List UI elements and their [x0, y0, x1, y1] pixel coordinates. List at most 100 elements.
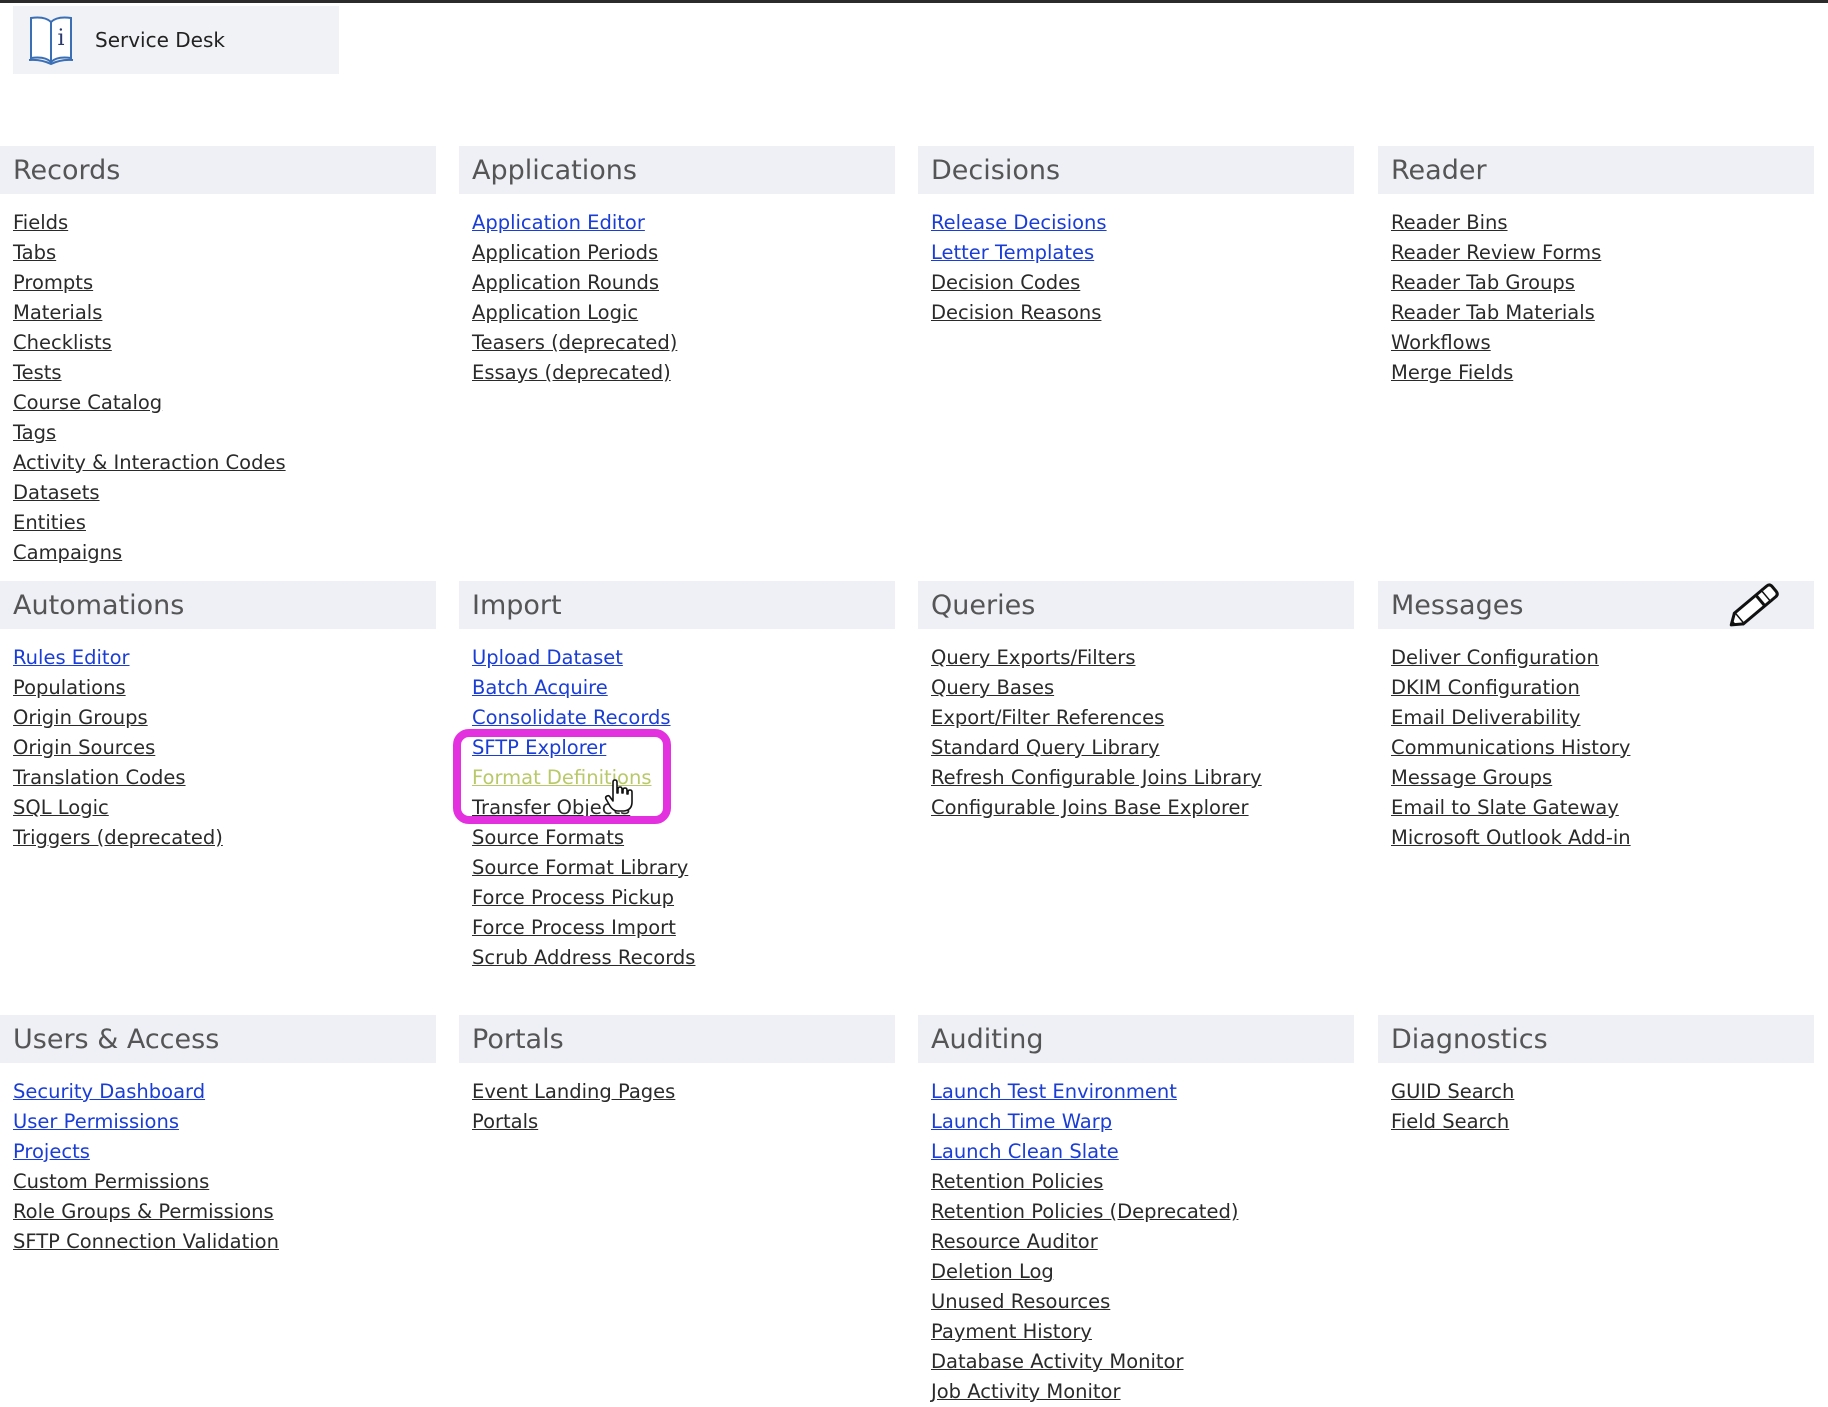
link-email-to-slate-gateway[interactable]: Email to Slate Gateway [1391, 796, 1619, 819]
link-payment-history[interactable]: Payment History [931, 1320, 1092, 1343]
link-merge-fields[interactable]: Merge Fields [1391, 361, 1513, 384]
link-upload-dataset[interactable]: Upload Dataset [472, 646, 623, 669]
link-fields[interactable]: Fields [13, 211, 68, 234]
list-item: Merge Fields [1391, 358, 1814, 388]
link-tests[interactable]: Tests [13, 361, 62, 384]
link-teasers-deprecated[interactable]: Teasers (deprecated) [472, 331, 677, 354]
link-application-logic[interactable]: Application Logic [472, 301, 638, 324]
list-item: Checklists [13, 328, 436, 358]
link-campaigns[interactable]: Campaigns [13, 541, 122, 564]
link-standard-query-library[interactable]: Standard Query Library [931, 736, 1160, 759]
link-triggers-deprecated[interactable]: Triggers (deprecated) [13, 826, 223, 849]
link-security-dashboard[interactable]: Security Dashboard [13, 1080, 205, 1103]
link-consolidate-records[interactable]: Consolidate Records [472, 706, 671, 729]
link-field-search[interactable]: Field Search [1391, 1110, 1509, 1133]
list-item: Reader Tab Materials [1391, 298, 1814, 328]
link-query-exports-filters[interactable]: Query Exports/Filters [931, 646, 1135, 669]
link-origin-sources[interactable]: Origin Sources [13, 736, 155, 759]
link-launch-test-environment[interactable]: Launch Test Environment [931, 1080, 1177, 1103]
list-item: Communications History [1391, 733, 1814, 763]
link-resource-auditor[interactable]: Resource Auditor [931, 1230, 1098, 1253]
link-force-process-pickup[interactable]: Force Process Pickup [472, 886, 674, 909]
link-letter-templates[interactable]: Letter Templates [931, 241, 1094, 264]
link-format-definitions[interactable]: Format Definitions [472, 766, 652, 789]
link-refresh-configurable-joins-library[interactable]: Refresh Configurable Joins Library [931, 766, 1262, 789]
link-scrub-address-records[interactable]: Scrub Address Records [472, 946, 695, 969]
link-batch-acquire[interactable]: Batch Acquire [472, 676, 608, 699]
link-deliver-configuration[interactable]: Deliver Configuration [1391, 646, 1599, 669]
list-item: Retention Policies (Deprecated) [931, 1197, 1354, 1227]
link-force-process-import[interactable]: Force Process Import [472, 916, 676, 939]
link-unused-resources[interactable]: Unused Resources [931, 1290, 1110, 1313]
section-records: Records Fields Tabs Prompts Materials Checkl… [0, 146, 436, 568]
link-translation-codes[interactable]: Translation Codes [13, 766, 186, 789]
list-item: Event Landing Pages [472, 1077, 895, 1107]
link-reader-bins[interactable]: Reader Bins [1391, 211, 1508, 234]
link-origin-groups[interactable]: Origin Groups [13, 706, 148, 729]
list-item: Reader Bins [1391, 208, 1814, 238]
link-sftp-connection-validation[interactable]: SFTP Connection Validation [13, 1230, 279, 1253]
link-decision-reasons[interactable]: Decision Reasons [931, 301, 1101, 324]
list-item: Unused Resources [931, 1287, 1354, 1317]
link-tabs[interactable]: Tabs [13, 241, 56, 264]
link-activity-interaction-codes[interactable]: Activity & Interaction Codes [13, 451, 286, 474]
users-access-links: Security Dashboard User Permissions Projec… [0, 1077, 436, 1257]
list-item: Custom Permissions [13, 1167, 436, 1197]
link-export-filter-references[interactable]: Export/Filter References [931, 706, 1164, 729]
link-retention-policies[interactable]: Retention Policies [931, 1170, 1103, 1193]
link-application-rounds[interactable]: Application Rounds [472, 271, 659, 294]
link-message-groups[interactable]: Message Groups [1391, 766, 1552, 789]
link-tags[interactable]: Tags [13, 421, 56, 444]
link-guid-search[interactable]: GUID Search [1391, 1080, 1514, 1103]
list-item: Refresh Configurable Joins Library [931, 763, 1354, 793]
link-query-bases[interactable]: Query Bases [931, 676, 1054, 699]
link-application-periods[interactable]: Application Periods [472, 241, 658, 264]
link-source-formats[interactable]: Source Formats [472, 826, 624, 849]
link-reader-tab-materials[interactable]: Reader Tab Materials [1391, 301, 1595, 324]
link-course-catalog[interactable]: Course Catalog [13, 391, 162, 414]
link-job-activity-monitor[interactable]: Job Activity Monitor [931, 1380, 1121, 1403]
link-prompts[interactable]: Prompts [13, 271, 93, 294]
pencil-icon[interactable] [1722, 575, 1788, 635]
link-configurable-joins-base-explorer[interactable]: Configurable Joins Base Explorer [931, 796, 1249, 819]
link-entities[interactable]: Entities [13, 511, 86, 534]
link-dkim-configuration[interactable]: DKIM Configuration [1391, 676, 1580, 699]
link-application-editor[interactable]: Application Editor [472, 211, 645, 234]
link-custom-permissions[interactable]: Custom Permissions [13, 1170, 209, 1193]
link-projects[interactable]: Projects [13, 1140, 90, 1163]
link-decision-codes[interactable]: Decision Codes [931, 271, 1080, 294]
link-communications-history[interactable]: Communications History [1391, 736, 1630, 759]
link-datasets[interactable]: Datasets [13, 481, 100, 504]
list-item: Security Dashboard [13, 1077, 436, 1107]
list-item: Source Format Library [472, 853, 895, 883]
list-item: Retention Policies [931, 1167, 1354, 1197]
link-event-landing-pages[interactable]: Event Landing Pages [472, 1080, 675, 1103]
link-sql-logic[interactable]: SQL Logic [13, 796, 109, 819]
link-source-format-library[interactable]: Source Format Library [472, 856, 688, 879]
link-essays-deprecated[interactable]: Essays (deprecated) [472, 361, 671, 384]
link-portals[interactable]: Portals [472, 1110, 538, 1133]
link-workflows[interactable]: Workflows [1391, 331, 1491, 354]
link-launch-time-warp[interactable]: Launch Time Warp [931, 1110, 1112, 1133]
link-role-groups-permissions[interactable]: Role Groups & Permissions [13, 1200, 274, 1223]
link-deletion-log[interactable]: Deletion Log [931, 1260, 1054, 1283]
link-email-deliverability[interactable]: Email Deliverability [1391, 706, 1580, 729]
link-checklists[interactable]: Checklists [13, 331, 112, 354]
link-populations[interactable]: Populations [13, 676, 126, 699]
link-reader-tab-groups[interactable]: Reader Tab Groups [1391, 271, 1575, 294]
link-launch-clean-slate[interactable]: Launch Clean Slate [931, 1140, 1119, 1163]
link-reader-review-forms[interactable]: Reader Review Forms [1391, 241, 1601, 264]
link-microsoft-outlook-add-in[interactable]: Microsoft Outlook Add-in [1391, 826, 1631, 849]
link-transfer-objects[interactable]: Transfer Objects [472, 796, 630, 819]
link-rules-editor[interactable]: Rules Editor [13, 646, 130, 669]
list-item: Populations [13, 673, 436, 703]
link-user-permissions[interactable]: User Permissions [13, 1110, 179, 1133]
link-materials[interactable]: Materials [13, 301, 102, 324]
list-item: Origin Groups [13, 703, 436, 733]
link-database-activity-monitor[interactable]: Database Activity Monitor [931, 1350, 1184, 1373]
section-automations: Automations Rules Editor Populations Origi… [0, 581, 436, 853]
service-desk-button[interactable]: i Service Desk [13, 6, 339, 74]
link-retention-policies-deprecated[interactable]: Retention Policies (Deprecated) [931, 1200, 1238, 1223]
link-sftp-explorer[interactable]: SFTP Explorer [472, 736, 606, 759]
link-release-decisions[interactable]: Release Decisions [931, 211, 1107, 234]
